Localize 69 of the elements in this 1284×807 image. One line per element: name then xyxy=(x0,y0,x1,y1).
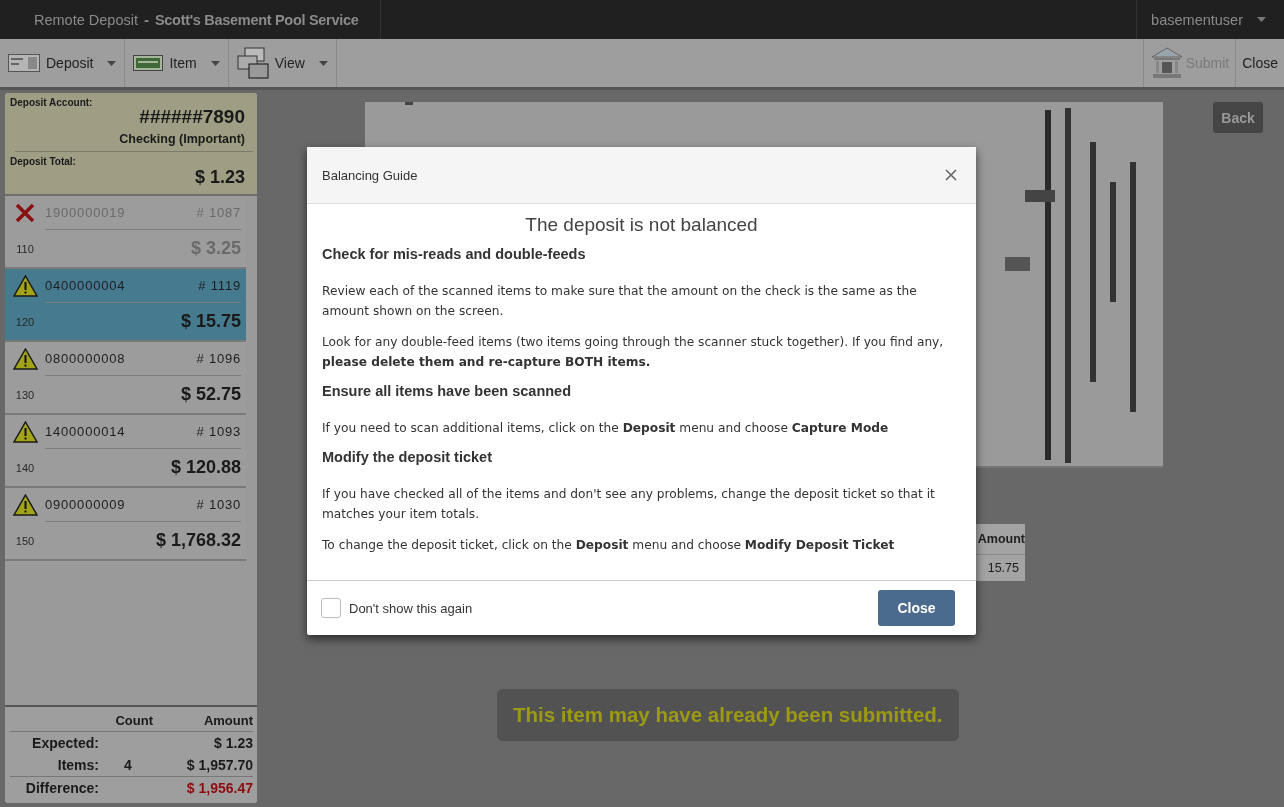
checkbox-label: Don't show this again xyxy=(349,600,473,616)
section-title: Modify the deposit ticket xyxy=(322,449,493,465)
caret-icon xyxy=(107,60,117,66)
warning-icon xyxy=(12,494,38,516)
close-button[interactable]: Close xyxy=(1235,39,1284,87)
deposit-total: $ 1.23 xyxy=(193,167,245,188)
routing-number: 0400000004 xyxy=(45,278,126,293)
totals-label: Items: xyxy=(56,756,100,775)
sequence-number: 150 xyxy=(15,534,35,547)
check-number: # 1030 xyxy=(196,497,241,512)
totals-amount: $ 1.23 xyxy=(213,734,253,753)
check-number: # 1119 xyxy=(198,278,241,293)
deposit-slip-icon xyxy=(8,54,40,72)
totals-label: Expected: xyxy=(31,734,100,753)
sequence-number: 140 xyxy=(15,461,35,474)
section-title: Check for mis-reads and double-feeds xyxy=(322,246,587,262)
paragraph: If you have checked all of the items and don't see any problems, change the deposit ticket so that it matches your item totals. xyxy=(322,486,936,523)
item-amount: $ 1,768.32 xyxy=(155,530,241,551)
dialog-title: Balancing Guide xyxy=(322,167,418,183)
item-count: 4 xyxy=(123,756,133,775)
routing-number: 1400000014 xyxy=(45,424,126,439)
warning-icon xyxy=(12,421,38,443)
deposit-item[interactable]: 0400000004 # 1119 120 $ 15.75 xyxy=(5,269,246,342)
windows-icon xyxy=(236,47,269,79)
account-label: Deposit Account: xyxy=(10,97,94,108)
close-button[interactable]: Close xyxy=(878,590,955,626)
account-type: Checking (Important) xyxy=(15,132,253,152)
toolbar-menu[interactable]: View xyxy=(228,39,337,87)
warning-icon xyxy=(12,275,38,297)
check-icon xyxy=(133,55,164,71)
company-name: Scott's Basement Pool Service xyxy=(154,11,359,28)
caret-icon xyxy=(1257,17,1266,22)
title-separator: - xyxy=(143,11,149,28)
paragraph: If you need to scan additional items, click on the Deposit menu and choose Capture Mode xyxy=(322,420,890,437)
notice-banner: This item may have already been submitted. xyxy=(497,689,959,741)
account-number: ######7890 xyxy=(138,106,245,128)
app-title: Remote Deposit xyxy=(34,11,138,28)
paragraph: Review each of the scanned items to make sure that the amount on the check is the same as the amount shown on the screen. xyxy=(322,283,918,320)
section-title: Ensure all items have been scanned xyxy=(322,383,573,399)
warning-icon xyxy=(12,348,38,370)
checkbox[interactable] xyxy=(321,598,341,618)
total-label: Deposit Total: xyxy=(10,156,77,167)
sequence-number: 130 xyxy=(15,388,35,401)
totals-amount: $ 1,957.70 xyxy=(185,756,253,775)
check-number: # 1096 xyxy=(196,351,241,366)
caret-icon xyxy=(210,60,220,66)
totals-amount: $ 1,956.47 xyxy=(153,776,253,799)
column-header: Count xyxy=(103,711,153,732)
paragraph: Look for any double-feed items (two items going through the scanner stuck together). If you find any, please delete them and re-capture BOTH items. xyxy=(322,334,945,371)
table-cell: 15.75 xyxy=(973,554,1025,581)
totals-label: Difference: xyxy=(10,776,103,799)
sequence-number: 110 xyxy=(16,242,34,255)
x-mark-icon xyxy=(15,203,35,223)
toolbar-menu[interactable]: Item xyxy=(125,39,229,87)
column-header: Amount xyxy=(153,711,253,732)
column-header: Amount xyxy=(973,524,1025,554)
toolbar-menu[interactable]: Deposit xyxy=(0,39,126,87)
bank-icon xyxy=(1149,46,1184,80)
item-amount: $ 15.75 xyxy=(180,311,241,332)
check-number: # 1093 xyxy=(196,424,241,439)
item-amount: $ 52.75 xyxy=(180,384,241,405)
caret-icon xyxy=(318,60,328,66)
routing-number: 0900000009 xyxy=(45,497,126,512)
back-button[interactable]: Back xyxy=(1213,102,1263,133)
sequence-number: 120 xyxy=(15,315,35,328)
item-amount: $ 120.88 xyxy=(170,457,241,478)
paragraph: To change the deposit ticket, click on the Deposit menu and choose Modify Deposit Ticket xyxy=(322,537,896,554)
dialog-heading: The deposit is not balanced xyxy=(524,214,759,236)
routing-number: 0800000008 xyxy=(45,351,126,366)
